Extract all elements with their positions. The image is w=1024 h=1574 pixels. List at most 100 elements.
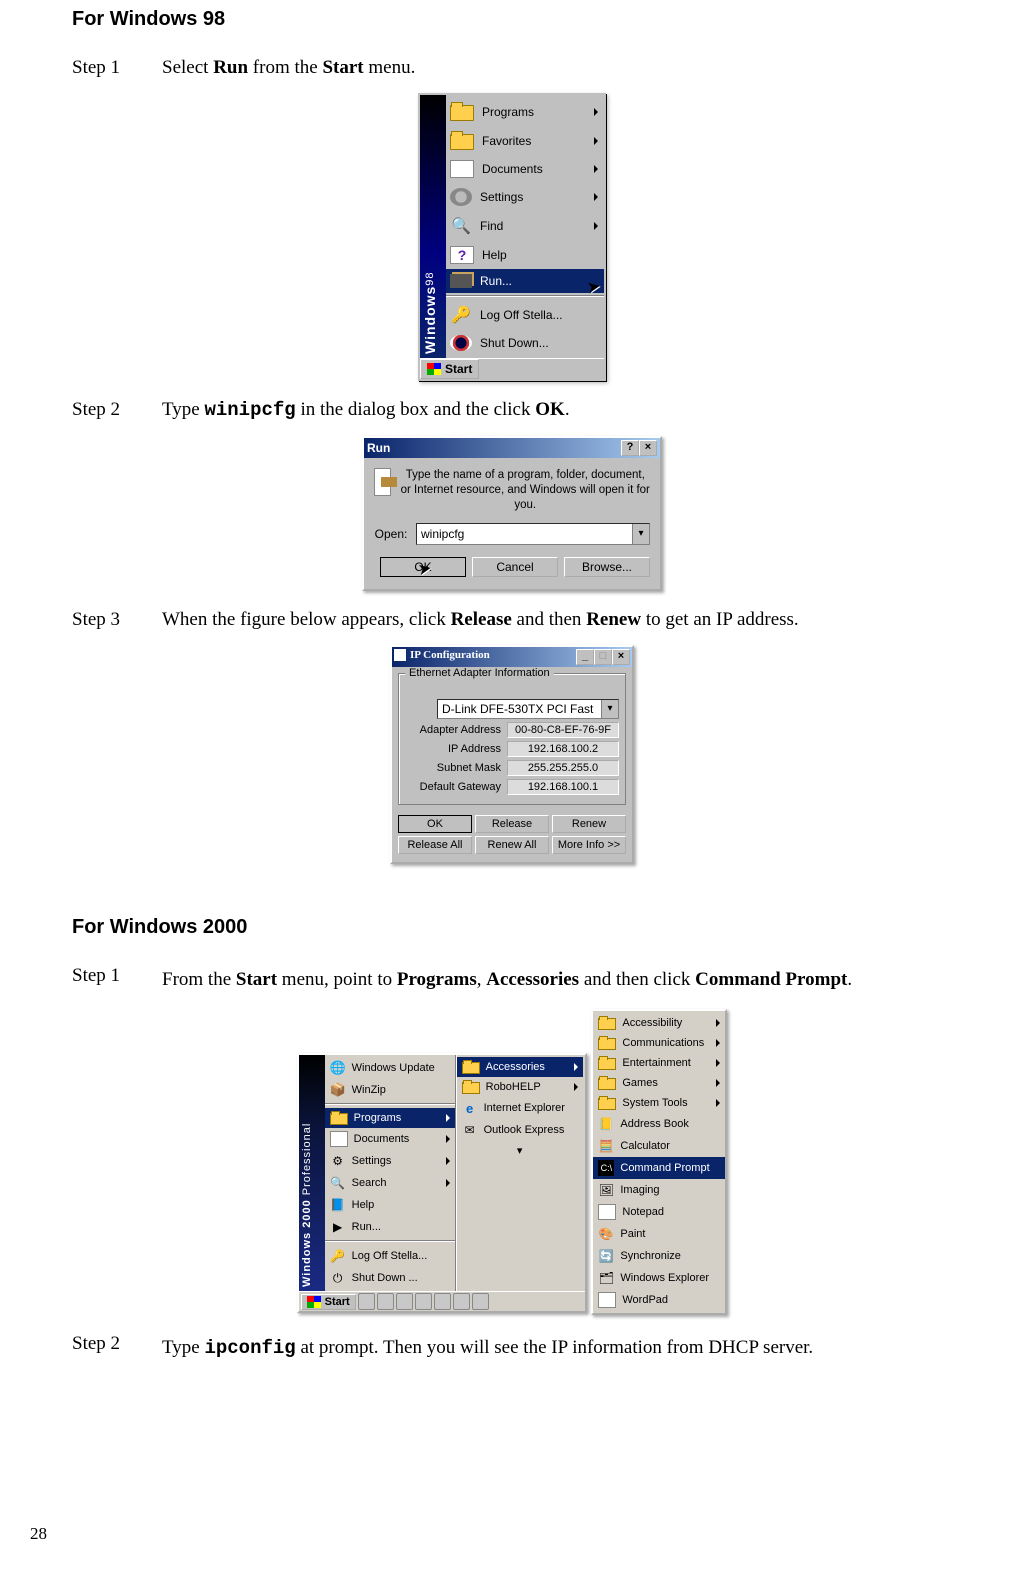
adapter-combobox[interactable] <box>437 699 619 719</box>
menu-item-help[interactable]: ?Help <box>446 241 604 269</box>
submenu-item-wordpad[interactable]: WordPad <box>593 1289 725 1311</box>
submenu-arrow-icon <box>446 1157 450 1165</box>
bold-text: Command Prompt <box>695 969 847 990</box>
menu-item-find[interactable]: 🔍Find <box>446 211 604 241</box>
start-button[interactable]: Start <box>420 359 479 379</box>
submenu-item-synchronize[interactable]: 🔄Synchronize <box>593 1245 725 1267</box>
menu-label: Synchronize <box>620 1250 681 1262</box>
release-button[interactable]: Release <box>475 815 549 833</box>
submenu-item-address-book[interactable]: 📒Address Book <box>593 1113 725 1135</box>
menu-item-run[interactable]: Run...➤ <box>446 269 604 293</box>
menu-item-favorites[interactable]: Favorites <box>446 126 604 155</box>
submenu-item-robohelp[interactable]: RoboHELP <box>457 1077 583 1097</box>
more-info-button[interactable]: More Info >> <box>552 836 626 854</box>
start-label: Start <box>325 1296 350 1308</box>
adapter-value[interactable] <box>438 700 601 718</box>
submenu-item-paint[interactable]: 🎨Paint <box>593 1223 725 1245</box>
gateway-value: 192.168.100.1 <box>507 779 619 795</box>
menu-item-run[interactable]: ▶Run... <box>325 1216 455 1238</box>
menu-label: Accessories <box>486 1061 545 1073</box>
renew-all-button[interactable]: Renew All <box>475 836 549 854</box>
submenu-item-ie[interactable]: eInternet Explorer <box>457 1097 583 1119</box>
menu-item-shutdown[interactable]: Shut Down... <box>446 330 604 356</box>
menu-item-documents[interactable]: Documents <box>325 1128 455 1150</box>
settings-icon: ⚙ <box>330 1153 346 1169</box>
bold-text: Start <box>236 969 277 990</box>
submenu-item-entertainment[interactable]: Entertainment <box>593 1053 725 1073</box>
winzip-icon: 📦 <box>330 1082 346 1098</box>
menu-item-search[interactable]: 🔍Search <box>325 1172 455 1194</box>
window-titlebar[interactable]: IP Configuration _ □ × <box>392 647 632 667</box>
text: When the figure below appears, click <box>162 609 451 630</box>
menu-label: System Tools <box>622 1097 687 1109</box>
step-row: Step 1 From the Start menu, point to Pro… <box>72 961 952 999</box>
submenu-arrow-icon <box>716 1099 720 1107</box>
quicklaunch-icon[interactable] <box>396 1293 413 1310</box>
maximize-button[interactable]: □ <box>594 649 612 665</box>
ok-button[interactable]: OK <box>380 557 466 577</box>
close-button[interactable]: × <box>639 440 657 456</box>
start-button[interactable]: Start <box>301 1294 356 1310</box>
folder-icon <box>598 1058 616 1070</box>
menu-item-help[interactable]: 📘Help <box>325 1194 455 1216</box>
menu-label: Shut Down... <box>480 336 549 350</box>
submenu-item-accessories[interactable]: Accessories <box>457 1057 583 1077</box>
submenu-item-communications[interactable]: Communications <box>593 1033 725 1053</box>
quicklaunch-icon[interactable] <box>358 1293 375 1310</box>
start-menu-banner: Windows 2000 Professional <box>299 1055 325 1291</box>
submenu-item-command-prompt[interactable]: C:\Command Prompt <box>593 1157 725 1179</box>
calculator-icon: 🧮 <box>598 1138 614 1154</box>
submenu-item-outlook[interactable]: ✉Outlook Express <box>457 1119 583 1141</box>
submenu-item-games[interactable]: Games <box>593 1073 725 1093</box>
text: menu, point to <box>277 969 397 990</box>
submenu-item-calculator[interactable]: 🧮Calculator <box>593 1135 725 1157</box>
menu-item-winzip[interactable]: 📦WinZip <box>325 1079 455 1101</box>
submenu-item-imaging[interactable]: 🖼Imaging <box>593 1179 725 1201</box>
help-button[interactable]: ? <box>621 440 639 456</box>
menu-label: Documents <box>482 162 543 176</box>
minimize-button[interactable]: _ <box>576 649 594 665</box>
renew-button[interactable]: Renew <box>552 815 626 833</box>
menu-item-shutdown[interactable]: ⏻Shut Down ... <box>325 1267 455 1289</box>
menu-item-programs[interactable]: Programs <box>325 1108 455 1128</box>
quicklaunch-icon[interactable] <box>453 1293 470 1310</box>
quicklaunch-icon[interactable] <box>415 1293 432 1310</box>
submenu-item-notepad[interactable]: Notepad <box>593 1201 725 1223</box>
menu-label: Log Off Stella... <box>480 308 563 322</box>
ok-button[interactable]: OK <box>398 815 472 833</box>
submenu-item-accessibility[interactable]: Accessibility <box>593 1013 725 1033</box>
menu-item-logoff[interactable]: 🔑Log Off Stella... <box>446 300 604 330</box>
submenu-arrow-icon <box>574 1063 578 1071</box>
quicklaunch-icon[interactable] <box>472 1293 489 1310</box>
cancel-button[interactable]: Cancel <box>472 557 558 577</box>
step-row: Step 1 Select Run from the Start menu. <box>72 53 952 83</box>
ipconfig-window: IP Configuration _ □ × Ethernet Adapter … <box>390 645 634 864</box>
accessories-submenu: Accessibility Communications Entertainme… <box>591 1009 727 1315</box>
submenu-item-system-tools[interactable]: System Tools <box>593 1093 725 1113</box>
menu-item-logoff[interactable]: 🔑Log Off Stella... <box>325 1245 455 1267</box>
close-button[interactable]: × <box>612 649 630 665</box>
menu-item-documents[interactable]: Documents <box>446 155 604 183</box>
open-combobox[interactable] <box>416 523 650 545</box>
quicklaunch-icon[interactable] <box>377 1293 394 1310</box>
submenu-expand[interactable]: ▾ <box>457 1141 583 1160</box>
dropdown-button[interactable] <box>601 700 618 718</box>
menu-item-programs[interactable]: Programs <box>446 97 604 126</box>
open-input[interactable] <box>417 524 632 544</box>
menu-label: Windows Explorer <box>620 1272 709 1284</box>
quicklaunch-icon[interactable] <box>434 1293 451 1310</box>
submenu-item-windows-explorer[interactable]: 🗂Windows Explorer <box>593 1267 725 1289</box>
bold-text: Run <box>213 57 248 78</box>
menu-item-windows-update[interactable]: 🌐Windows Update <box>325 1057 455 1079</box>
step-label: Step 2 <box>72 1329 162 1367</box>
menu-label: Internet Explorer <box>484 1102 565 1114</box>
dropdown-button[interactable] <box>632 524 649 544</box>
text: , <box>477 969 487 990</box>
menu-item-settings[interactable]: ⚙Settings <box>325 1150 455 1172</box>
browse-button[interactable]: Browse... <box>564 557 650 577</box>
release-all-button[interactable]: Release All <box>398 836 472 854</box>
menu-item-settings[interactable]: Settings <box>446 183 604 211</box>
windows-flag-icon <box>427 363 441 375</box>
dialog-titlebar[interactable]: Run ? × <box>364 438 660 458</box>
bold-text: Programs <box>397 969 477 990</box>
